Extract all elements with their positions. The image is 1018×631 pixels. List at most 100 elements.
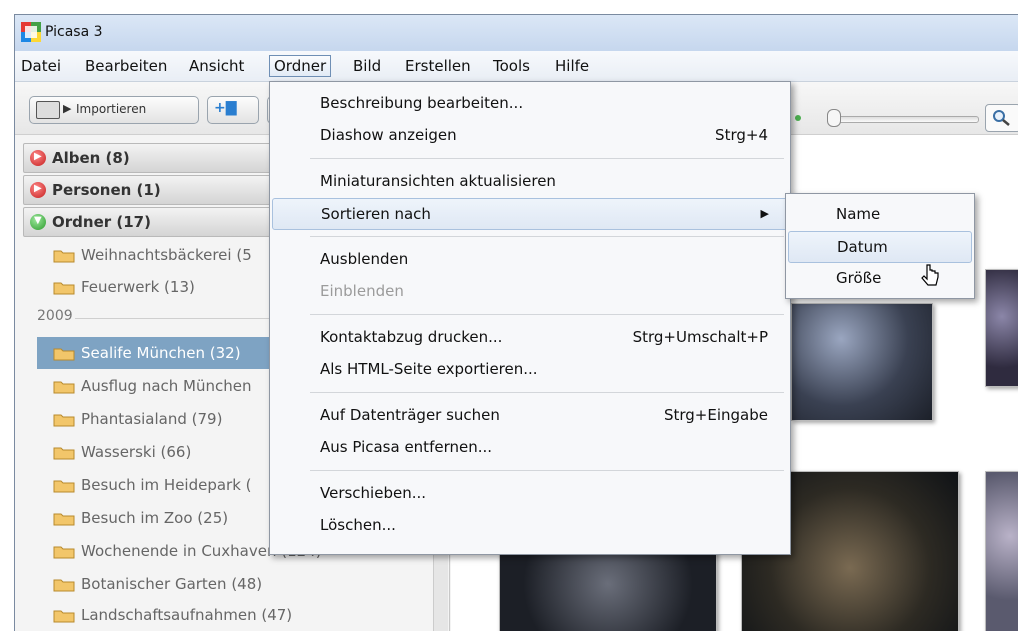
photo-thumbnail[interactable] xyxy=(985,471,1018,631)
folder-item[interactable]: Botanischer Garten (48) xyxy=(15,568,355,600)
menu-item-label: Als HTML-Seite exportieren... xyxy=(320,360,538,378)
menu-item-slideshow[interactable]: Diashow anzeigen Strg+4 xyxy=(272,120,786,150)
year-divider xyxy=(75,318,275,319)
folder-icon xyxy=(53,546,75,559)
menu-tools[interactable]: Tools xyxy=(489,55,534,77)
shortcut-label: Strg+Umschalt+P xyxy=(632,328,768,346)
folder-item[interactable]: Phantasialand (79) xyxy=(15,403,275,435)
section-albums[interactable]: ▶ Alben (8) xyxy=(23,143,273,173)
search-icon xyxy=(993,110,1010,126)
menu-item-remove-from-picasa[interactable]: Aus Picasa entfernen... xyxy=(272,432,786,462)
sort-option-label: Größe xyxy=(836,269,882,287)
menu-item-sort-by[interactable]: Sortieren nach ▶ xyxy=(272,198,788,230)
menu-item-delete[interactable]: Löschen... xyxy=(272,510,786,540)
folder-item[interactable]: Besuch im Heidepark ( xyxy=(15,469,275,501)
menu-divider xyxy=(310,392,784,393)
sort-option-size[interactable]: Größe xyxy=(788,263,970,293)
menu-erstellen[interactable]: Erstellen xyxy=(401,55,475,77)
sort-option-label: Datum xyxy=(837,238,888,256)
submenu-arrow-icon: ▶ xyxy=(760,207,769,220)
sort-option-date[interactable]: Datum xyxy=(788,231,972,263)
folder-icon xyxy=(53,480,75,493)
folder-name: Phantasialand (79) xyxy=(81,410,223,428)
folder-item[interactable]: Besuch im Zoo (25) xyxy=(15,502,275,534)
shortcut-label: Strg+Eingabe xyxy=(663,406,768,424)
menu-item-export-html[interactable]: Als HTML-Seite exportieren... xyxy=(272,354,786,384)
menu-divider xyxy=(310,236,784,237)
folder-icon xyxy=(53,447,75,460)
collapse-icon: ▼ xyxy=(30,214,46,230)
menu-item-edit-description[interactable]: Beschreibung bearbeiten... xyxy=(272,88,786,118)
photo-thumbnail[interactable] xyxy=(499,547,717,631)
folder-icon xyxy=(53,579,75,592)
menu-item-refresh-thumbnails[interactable]: Miniaturansichten aktualisieren xyxy=(272,166,786,196)
sort-option-name[interactable]: Name xyxy=(788,199,970,229)
menu-item-search-disk[interactable]: Auf Datenträger suchen Strg+Eingabe xyxy=(272,400,786,430)
section-folders[interactable]: ▼ Ordner (17) xyxy=(23,207,273,237)
menu-item-label: Einblenden xyxy=(320,282,404,300)
sort-option-label: Name xyxy=(836,205,881,223)
menu-divider xyxy=(310,158,784,159)
menu-ordner[interactable]: Ordner xyxy=(269,55,332,77)
folder-item[interactable]: Wasserski (66) xyxy=(15,436,275,468)
menu-divider xyxy=(310,470,784,471)
menu-item-move[interactable]: Verschieben... xyxy=(272,478,786,508)
folder-item[interactable]: Weihnachtsbäckerei (5 xyxy=(15,239,275,271)
camera-icon xyxy=(36,101,60,119)
menu-hilfe[interactable]: Hilfe xyxy=(551,55,593,77)
photo-thumbnail[interactable] xyxy=(985,269,1018,387)
folder-icon xyxy=(53,348,75,361)
folder-item[interactable]: Landschaftsaufnahmen (47) xyxy=(15,599,355,631)
folder-name: Landschaftsaufnahmen (47) xyxy=(81,606,293,624)
menu-bild[interactable]: Bild xyxy=(349,55,385,77)
photo-thumbnail[interactable] xyxy=(791,303,933,421)
shortcut-label: Strg+4 xyxy=(715,126,768,144)
menu-bar: Datei Bearbeiten Ansicht Ordner Bild Ers… xyxy=(15,51,1018,82)
folder-name: Weihnachtsbäckerei (5 xyxy=(81,246,252,264)
add-to-album-button[interactable]: +▇ xyxy=(207,96,259,124)
folder-icon xyxy=(53,513,75,526)
folder-item-selected[interactable]: Sealife München (32) xyxy=(37,337,275,369)
import-label: Importieren xyxy=(76,102,147,116)
ordner-menu-dropdown: Beschreibung bearbeiten... Diashow anzei… xyxy=(269,81,791,555)
section-people[interactable]: ▶ Personen (1) xyxy=(23,175,273,205)
menu-item-label: Kontaktabzug drucken... xyxy=(320,328,503,346)
folder-name: Feuerwerk (13) xyxy=(81,278,195,296)
folder-name: Besuch im Zoo (25) xyxy=(81,509,229,527)
folder-item[interactable]: Feuerwerk (13) xyxy=(15,271,275,303)
folder-name: Besuch im Heidepark ( xyxy=(81,476,252,494)
import-button[interactable]: ▶ Importieren xyxy=(29,96,199,124)
title-bar: Picasa 3 xyxy=(15,15,1018,51)
menu-item-print-contact-sheet[interactable]: Kontaktabzug drucken... Strg+Umschalt+P xyxy=(272,322,786,352)
section-label: Personen (1) xyxy=(52,181,161,199)
menu-item-label: Beschreibung bearbeiten... xyxy=(320,94,524,112)
folder-icon xyxy=(53,610,75,623)
menu-item-unhide[interactable]: Einblenden xyxy=(272,276,786,306)
play-arrow-icon: ▶ xyxy=(63,102,72,115)
menu-divider xyxy=(310,314,784,315)
menu-item-label: Aus Picasa entfernen... xyxy=(320,438,493,456)
add-album-icon: +▇ xyxy=(214,100,237,116)
section-label: Alben (8) xyxy=(52,149,130,167)
menu-bearbeiten[interactable]: Bearbeiten xyxy=(81,55,171,77)
menu-item-label: Auf Datenträger suchen xyxy=(320,406,500,424)
sort-by-submenu: Name Datum Größe xyxy=(785,193,975,299)
menu-item-label: Diashow anzeigen xyxy=(320,126,457,144)
zoom-small-icon xyxy=(795,115,801,121)
search-button[interactable] xyxy=(985,104,1018,132)
section-label: Ordner (17) xyxy=(52,213,151,231)
menu-ansicht[interactable]: Ansicht xyxy=(185,55,248,77)
folder-icon xyxy=(53,381,75,394)
menu-item-label: Sortieren nach xyxy=(321,205,431,223)
mouse-cursor-icon xyxy=(921,264,939,286)
folder-item[interactable]: Ausflug nach München xyxy=(15,370,275,402)
menu-item-label: Löschen... xyxy=(320,516,396,534)
folder-icon xyxy=(53,414,75,427)
menu-datei[interactable]: Datei xyxy=(17,55,65,77)
zoom-slider-handle[interactable] xyxy=(827,109,841,127)
picasa-window: Picasa 3 Datei Bearbeiten Ansicht Ordner… xyxy=(14,14,1018,631)
picasa-logo-icon xyxy=(21,22,41,42)
folder-icon xyxy=(53,250,75,263)
menu-item-hide[interactable]: Ausblenden xyxy=(272,244,786,274)
zoom-slider[interactable] xyxy=(827,116,979,123)
